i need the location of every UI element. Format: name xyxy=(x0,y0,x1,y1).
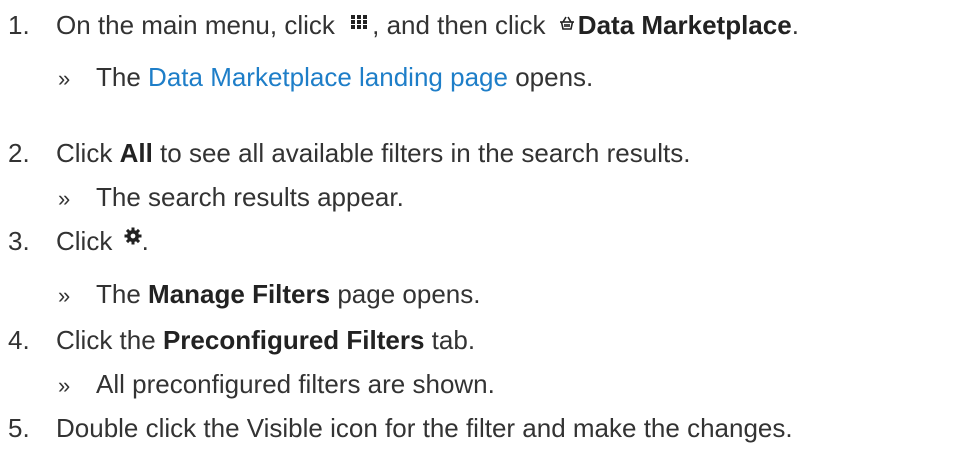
step-text: Click xyxy=(56,138,113,168)
step-3-result: » The Manage Filters page opens. xyxy=(58,278,480,312)
result-text: opens. xyxy=(515,62,594,92)
app-grid-icon xyxy=(350,5,368,37)
step-text: to see all available filters in the sear… xyxy=(160,138,691,168)
preconfigured-filters-label: Preconfigured Filters xyxy=(162,325,425,355)
result-text: The search results appear. xyxy=(96,182,404,212)
gear-icon xyxy=(124,220,142,252)
step-2-result: » The search results appear. xyxy=(58,181,404,215)
step-number: 4. xyxy=(8,325,30,355)
step-5: 5. Double click the Visible icon for the … xyxy=(8,412,793,444)
step-text: Double click the Visible icon for the fi… xyxy=(56,413,793,443)
step-4-result: » All preconfigured filters are shown. xyxy=(58,368,495,402)
manage-filters-label: Manage Filters xyxy=(148,279,331,309)
result-text: The xyxy=(96,279,141,309)
step-punct: . xyxy=(791,10,799,40)
step-3: 3. Click . xyxy=(8,225,149,259)
result-marker: » xyxy=(58,373,71,398)
basket-icon xyxy=(559,6,575,38)
step-2: 2. Click All to see all available filters… xyxy=(8,137,690,169)
step-text: Click the xyxy=(56,325,156,355)
step-text: , and then click xyxy=(372,10,546,40)
step-number: 3. xyxy=(8,226,30,256)
step-1-result: » The Data Marketplace landing page opens… xyxy=(58,61,593,95)
step-text: On the main menu, click xyxy=(56,10,335,40)
result-text: page opens. xyxy=(337,279,481,309)
step-punct: . xyxy=(141,226,149,256)
result-marker: » xyxy=(58,66,71,91)
data-marketplace-label: Data Marketplace xyxy=(577,10,792,40)
result-marker: » xyxy=(58,283,71,308)
step-text: tab. xyxy=(431,325,476,355)
result-text: All preconfigured filters are shown. xyxy=(96,369,495,399)
step-text: Click xyxy=(56,226,113,256)
step-1: 1. On the main menu, click , and then cli… xyxy=(8,9,799,43)
step-4: 4. Click the Preconfigured Filters tab. xyxy=(8,324,475,356)
result-text: The xyxy=(96,62,141,92)
all-label: All xyxy=(119,138,153,168)
landing-page-link[interactable]: Data Marketplace landing page xyxy=(148,62,508,92)
result-marker: » xyxy=(58,186,71,211)
step-number: 2. xyxy=(8,138,30,168)
step-number: 5. xyxy=(8,413,30,443)
step-number: 1. xyxy=(8,10,30,40)
